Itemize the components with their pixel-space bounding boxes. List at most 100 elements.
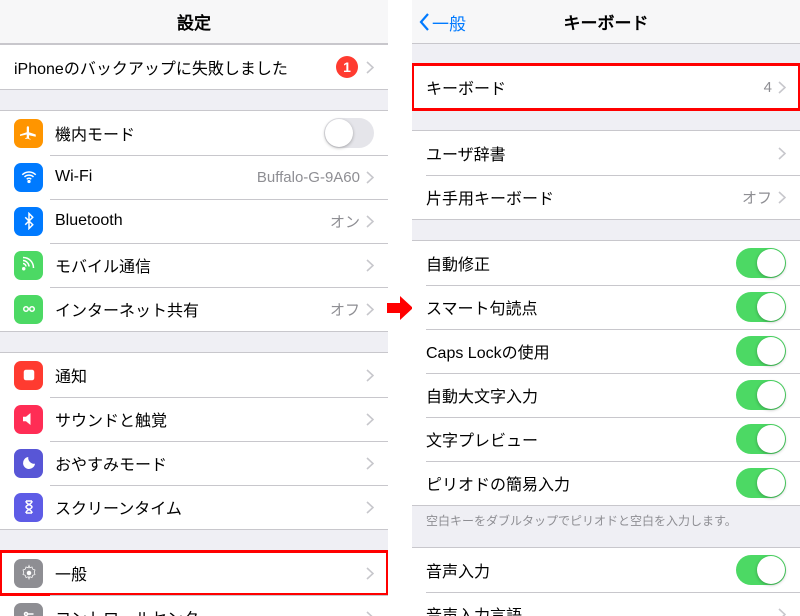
- screentime-row[interactable]: スクリーンタイム: [0, 485, 388, 529]
- backup-row[interactable]: iPhoneのバックアップに失敗しました 1: [0, 45, 388, 89]
- autocap-switch[interactable]: [736, 380, 786, 410]
- notifications-icon: [14, 361, 43, 390]
- hotspot-label: インターネット共有: [55, 297, 330, 321]
- controlcenter-row[interactable]: コントロールセンター: [0, 595, 388, 616]
- chevron-right-icon: [366, 611, 374, 616]
- autocorrect-label: 自動修正: [426, 251, 736, 275]
- bluetooth-label: Bluetooth: [55, 212, 330, 230]
- toggles-group: 自動修正 スマート句読点 Caps Lockの使用 自動大文字入力 文字プレビュ…: [412, 240, 800, 506]
- cellular-row[interactable]: モバイル通信: [0, 243, 388, 287]
- dict-group: ユーザ辞書 片手用キーボード オフ: [412, 130, 800, 220]
- periodshort-label: ピリオドの簡易入力: [426, 471, 736, 495]
- dnd-icon: [14, 449, 43, 478]
- autocap-row[interactable]: 自動大文字入力: [412, 373, 800, 417]
- chevron-right-icon: [366, 171, 374, 184]
- dnd-label: おやすみモード: [55, 451, 366, 475]
- settings-screen: 設定 iPhoneのバックアップに失敗しました 1 機内モード Wi-Fi Bu…: [0, 0, 388, 616]
- chevron-right-icon: [366, 259, 374, 272]
- chevron-right-icon: [366, 61, 374, 74]
- chevron-right-icon: [366, 457, 374, 470]
- autocap-label: 自動大文字入力: [426, 383, 736, 407]
- general-label: 一般: [55, 561, 366, 585]
- hotspot-icon: [14, 295, 43, 324]
- arrow-icon: [386, 0, 414, 616]
- cellular-label: モバイル通信: [55, 253, 366, 277]
- airplane-icon: [14, 119, 43, 148]
- capslock-switch[interactable]: [736, 336, 786, 366]
- back-button[interactable]: 一般: [418, 0, 466, 44]
- wifi-detail: Buffalo-G-9A60: [257, 169, 360, 186]
- onehand-row[interactable]: 片手用キーボード オフ: [412, 175, 800, 219]
- general-row[interactable]: 一般: [0, 551, 388, 595]
- keyboard-screen: 一般 キーボード キーボード 4 ユーザ辞書 片手用キーボード オフ: [412, 0, 800, 616]
- wifi-row[interactable]: Wi-Fi Buffalo-G-9A60: [0, 155, 388, 199]
- keyboards-detail: 4: [764, 79, 772, 96]
- keyboards-label: キーボード: [426, 75, 764, 99]
- chevron-right-icon: [366, 567, 374, 580]
- chevron-right-icon: [366, 501, 374, 514]
- airplane-switch[interactable]: [324, 118, 374, 148]
- periodshort-row[interactable]: ピリオドの簡易入力: [412, 461, 800, 505]
- controlcenter-label: コントロールセンター: [55, 605, 366, 616]
- mid-group: 通知 サウンドと触覚 おやすみモード スクリーンタイム: [0, 352, 388, 530]
- hotspot-detail: オフ: [330, 299, 360, 320]
- userdict-row[interactable]: ユーザ辞書: [412, 131, 800, 175]
- userdict-label: ユーザ辞書: [426, 141, 778, 165]
- preview-row[interactable]: 文字プレビュー: [412, 417, 800, 461]
- keyboards-group: キーボード 4: [412, 64, 800, 110]
- backup-label: iPhoneのバックアップに失敗しました: [14, 55, 336, 79]
- smartpunct-row[interactable]: スマート句読点: [412, 285, 800, 329]
- preview-label: 文字プレビュー: [426, 427, 736, 451]
- dictation-label: 音声入力: [426, 558, 736, 582]
- notifications-label: 通知: [55, 363, 366, 387]
- sounds-icon: [14, 405, 43, 434]
- notifications-row[interactable]: 通知: [0, 353, 388, 397]
- controlcenter-icon: [14, 603, 43, 616]
- keyboards-row[interactable]: キーボード 4: [412, 65, 800, 109]
- hotspot-row[interactable]: インターネット共有 オフ: [0, 287, 388, 331]
- onehand-label: 片手用キーボード: [426, 185, 742, 209]
- chevron-right-icon: [366, 215, 374, 228]
- autocorrect-row[interactable]: 自動修正: [412, 241, 800, 285]
- bluetooth-row[interactable]: Bluetooth オン: [0, 199, 388, 243]
- periodshort-switch[interactable]: [736, 468, 786, 498]
- preview-switch[interactable]: [736, 424, 786, 454]
- airplane-row[interactable]: 機内モード: [0, 111, 388, 155]
- wifi-label: Wi-Fi: [55, 168, 257, 186]
- backup-group: iPhoneのバックアップに失敗しました 1: [0, 44, 388, 90]
- dictation-switch[interactable]: [736, 555, 786, 585]
- chevron-right-icon: [778, 147, 786, 160]
- cellular-icon: [14, 251, 43, 280]
- network-group: 機内モード Wi-Fi Buffalo-G-9A60 Bluetooth オン …: [0, 110, 388, 332]
- voice-group: 音声入力 音声入力言語: [412, 547, 800, 616]
- chevron-right-icon: [778, 608, 786, 616]
- page-title: キーボード: [564, 9, 649, 34]
- dnd-row[interactable]: おやすみモード: [0, 441, 388, 485]
- onehand-detail: オフ: [742, 187, 772, 208]
- capslock-row[interactable]: Caps Lockの使用: [412, 329, 800, 373]
- capslock-label: Caps Lockの使用: [426, 339, 736, 363]
- screentime-icon: [14, 493, 43, 522]
- chevron-right-icon: [366, 369, 374, 382]
- bluetooth-icon: [14, 207, 43, 236]
- smartpunct-label: スマート句読点: [426, 295, 736, 319]
- chevron-right-icon: [366, 413, 374, 426]
- navbar: 一般 キーボード: [412, 0, 800, 44]
- wifi-icon: [14, 163, 43, 192]
- navbar: 設定: [0, 0, 388, 44]
- bluetooth-detail: オン: [330, 211, 360, 232]
- chevron-right-icon: [366, 303, 374, 316]
- sounds-label: サウンドと触覚: [55, 407, 366, 431]
- chevron-right-icon: [778, 81, 786, 94]
- autocorrect-switch[interactable]: [736, 248, 786, 278]
- dictation-row[interactable]: 音声入力: [412, 548, 800, 592]
- chevron-right-icon: [778, 191, 786, 204]
- toggles-footer: 空白キーをダブルタップでピリオドと空白を入力します。: [412, 506, 800, 535]
- voicelang-label: 音声入力言語: [426, 602, 778, 616]
- voicelang-row[interactable]: 音声入力言語: [412, 592, 800, 616]
- bottom-group: 一般 コントロールセンター: [0, 550, 388, 616]
- sounds-row[interactable]: サウンドと触覚: [0, 397, 388, 441]
- gear-icon: [14, 559, 43, 588]
- badge: 1: [336, 56, 358, 78]
- smartpunct-switch[interactable]: [736, 292, 786, 322]
